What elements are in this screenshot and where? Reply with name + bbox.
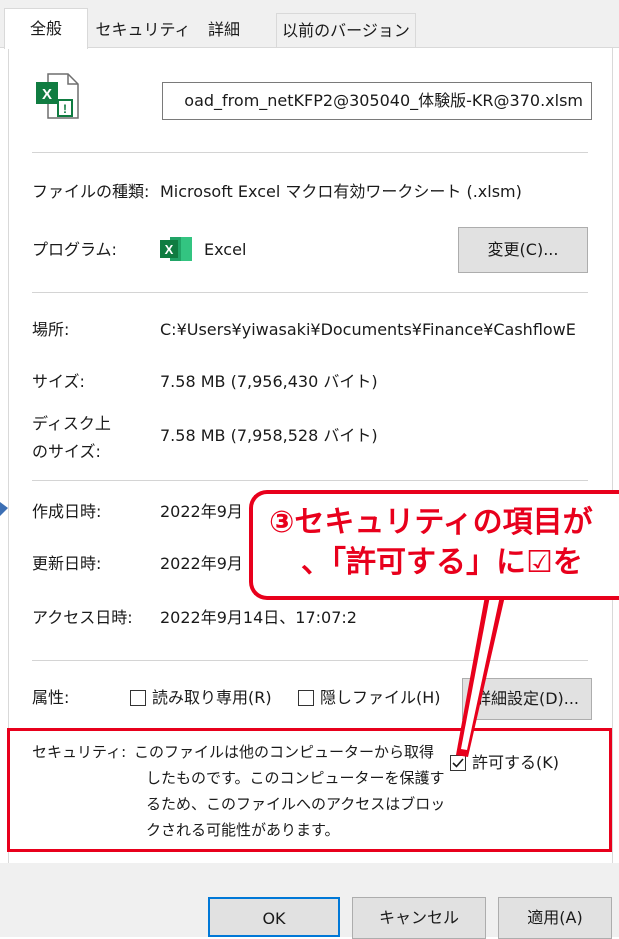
cancel-button[interactable]: キャンセル — [352, 897, 486, 939]
callout-line1: ③セキュリティの項目が — [269, 505, 593, 540]
dialog-button-bar: OK キャンセル 適用(A) — [0, 863, 619, 939]
callout-pointer — [0, 502, 505, 757]
tab-general[interactable]: 全般 — [4, 8, 88, 49]
callout-line2: 、「許可する」に☑を — [301, 545, 583, 580]
apply-button[interactable]: 適用(A) — [498, 897, 612, 939]
annotation-callout: ③セキュリティの項目が 、「許可する」に☑を — [249, 490, 619, 600]
ok-button[interactable]: OK — [208, 897, 340, 937]
